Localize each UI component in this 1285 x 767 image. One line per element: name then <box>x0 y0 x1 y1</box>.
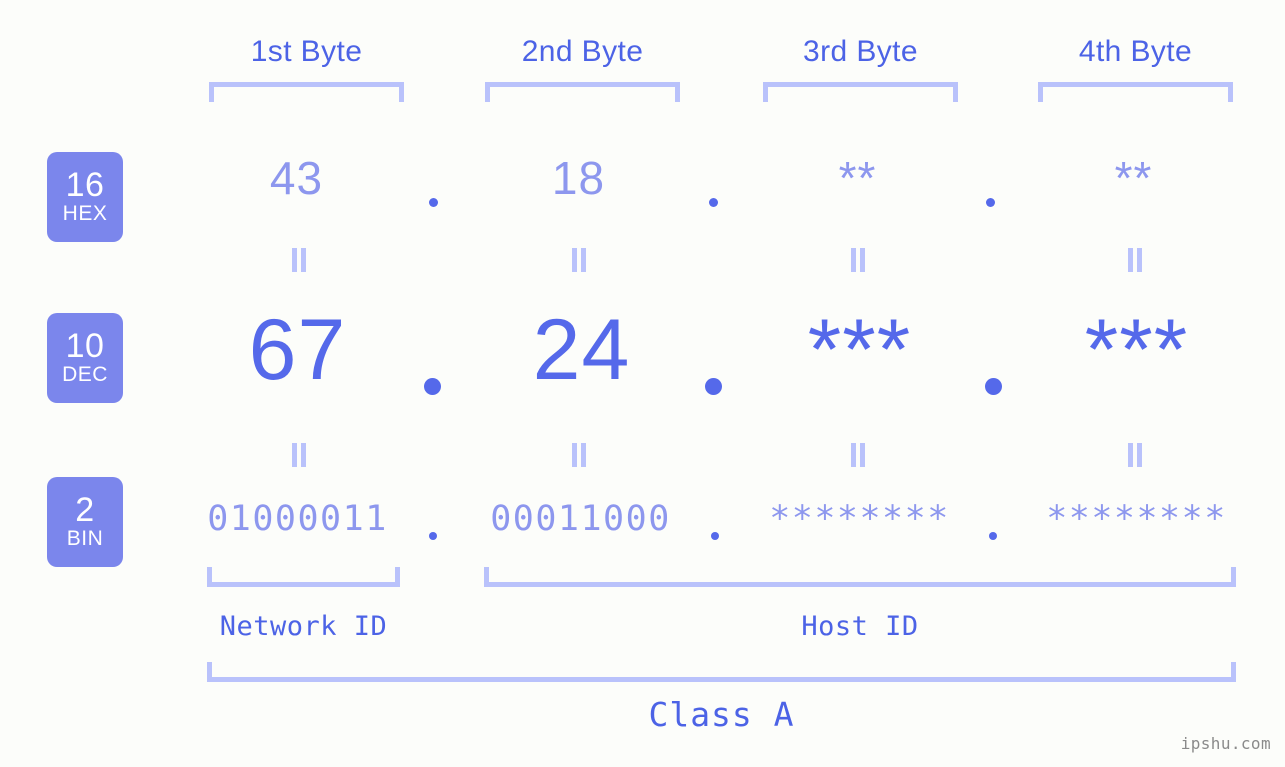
dec-byte-3: *** <box>807 302 912 398</box>
byte-header-1: 1st Byte <box>250 35 363 68</box>
dec-separator-dot-1 <box>424 378 441 395</box>
byte-bracket-2 <box>485 82 680 102</box>
host-id-bracket <box>484 567 1236 587</box>
byte-bracket-3 <box>763 82 958 102</box>
bin-byte-4: ******** <box>1046 499 1227 539</box>
bin-separator-dot-1 <box>429 532 437 540</box>
byte-header-2: 2nd Byte <box>521 35 644 68</box>
radix-badge-bin: 2 BIN <box>47 477 123 567</box>
hex-separator-dot-1 <box>429 198 438 207</box>
equals-connector-dec-bin-2 <box>570 443 588 467</box>
radix-badge-hex-number: 16 <box>65 166 105 204</box>
bin-byte-2: 00011000 <box>490 499 671 539</box>
equals-connector-hex-dec-2 <box>570 248 588 272</box>
radix-badge-hex: 16 HEX <box>47 152 123 242</box>
radix-badge-bin-name: BIN <box>66 527 104 550</box>
bin-byte-1: 01000011 <box>207 499 388 539</box>
equals-connector-hex-dec-1 <box>290 248 308 272</box>
dec-byte-1: 67 <box>248 302 347 398</box>
dec-separator-dot-3 <box>985 378 1002 395</box>
byte-bracket-4 <box>1038 82 1233 102</box>
radix-badge-dec-number: 10 <box>65 327 105 365</box>
hex-separator-dot-2 <box>709 198 718 207</box>
ip-byte-diagram: 1st Byte 2nd Byte 3rd Byte 4th Byte 16 H… <box>0 0 1285 767</box>
radix-badge-bin-number: 2 <box>75 491 95 529</box>
bin-separator-dot-3 <box>989 532 997 540</box>
radix-badge-dec-name: DEC <box>62 363 108 386</box>
dec-separator-dot-2 <box>705 378 722 395</box>
hex-byte-2: 18 <box>551 152 606 204</box>
network-id-label: Network ID <box>219 611 388 642</box>
radix-badge-dec: 10 DEC <box>47 313 123 403</box>
network-id-bracket <box>207 567 400 587</box>
hex-byte-3: ** <box>838 152 877 204</box>
dec-byte-4: *** <box>1084 302 1189 398</box>
equals-connector-hex-dec-3 <box>849 248 867 272</box>
host-id-label: Host ID <box>801 611 919 642</box>
bin-separator-dot-2 <box>711 532 719 540</box>
byte-bracket-1 <box>209 82 404 102</box>
byte-header-3: 3rd Byte <box>803 35 918 68</box>
hex-byte-1: 43 <box>269 152 324 204</box>
site-watermark: ipshu.com <box>1180 734 1271 753</box>
hex-byte-4: ** <box>1114 152 1153 204</box>
equals-connector-dec-bin-1 <box>290 443 308 467</box>
hex-separator-dot-3 <box>986 198 995 207</box>
class-bracket <box>207 662 1236 682</box>
class-label: Class A <box>648 695 795 734</box>
equals-connector-dec-bin-4 <box>1126 443 1144 467</box>
dec-byte-2: 24 <box>532 302 631 398</box>
bin-byte-3: ******** <box>769 499 950 539</box>
byte-header-4: 4th Byte <box>1078 35 1193 68</box>
equals-connector-hex-dec-4 <box>1126 248 1144 272</box>
equals-connector-dec-bin-3 <box>849 443 867 467</box>
radix-badge-hex-name: HEX <box>62 202 108 225</box>
